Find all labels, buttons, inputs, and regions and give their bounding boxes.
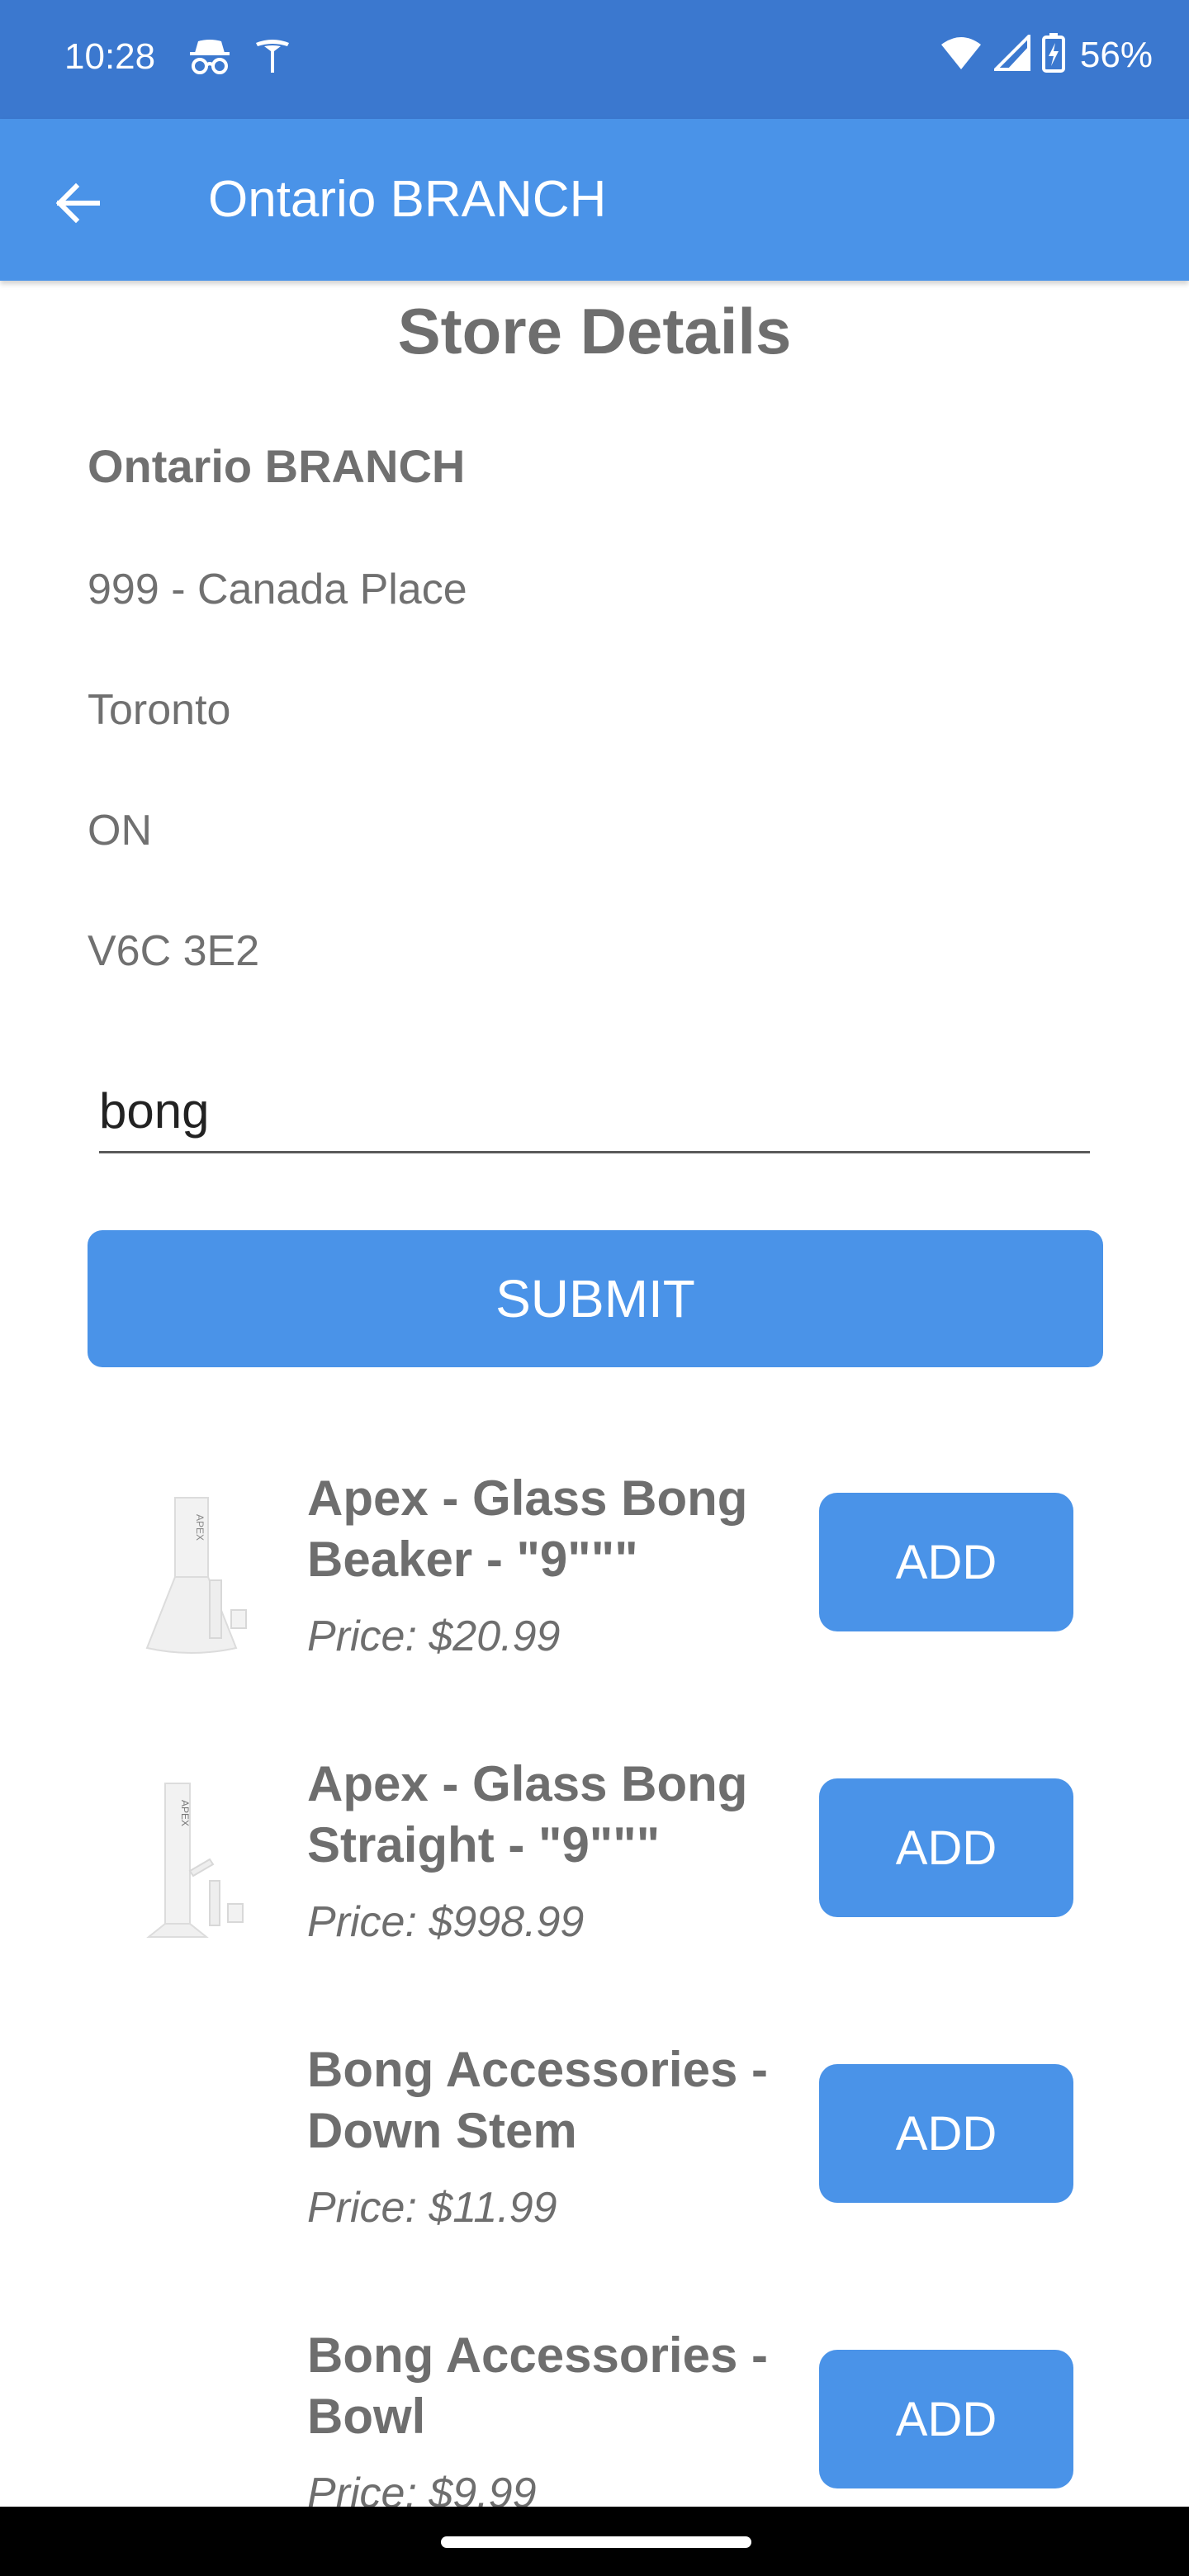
svg-text:APEX: APEX xyxy=(179,1800,191,1826)
product-list: APEX Apex - Glass Bong Beaker - "9""" Pr… xyxy=(0,1453,1189,2507)
search-input[interactable] xyxy=(99,1070,1090,1153)
store-address: 999 - Canada Place xyxy=(88,566,467,613)
status-right-icons: 56% xyxy=(940,32,1153,77)
add-button[interactable]: ADD xyxy=(819,1493,1073,1631)
store-postal-code: V6C 3E2 xyxy=(88,927,260,975)
store-city: Toronto xyxy=(88,686,231,734)
product-price: Price: $9.99 xyxy=(307,2469,537,2507)
wifi-icon xyxy=(940,35,983,75)
status-left-icons xyxy=(187,36,292,80)
product-price: Price: $11.99 xyxy=(307,2184,557,2232)
product-price: Price: $20.99 xyxy=(307,1612,561,1660)
status-bar: 10:28 56% xyxy=(0,0,1189,119)
list-item: APEX Apex - Glass Bong Straight - "9""" … xyxy=(0,1739,1189,2024)
list-item: Bong Accessories - Down Stem Price: $11.… xyxy=(0,2024,1189,2310)
add-button[interactable]: ADD xyxy=(819,1778,1073,1917)
incognito-icon xyxy=(187,36,233,80)
page-heading: Store Details xyxy=(397,295,792,367)
list-item: APEX Apex - Glass Bong Beaker - "9""" Pr… xyxy=(0,1453,1189,1739)
product-image: APEX xyxy=(124,1772,272,1953)
tesla-icon xyxy=(253,36,292,80)
product-name: Apex - Glass Bong Straight - "9""" xyxy=(307,1756,748,1873)
signal-icon xyxy=(992,32,1030,75)
list-item: Bong Accessories - Bowl Price: $9.99 ADD xyxy=(0,2310,1189,2507)
product-name: Bong Accessories - Bowl xyxy=(307,2327,768,2444)
add-button[interactable]: ADD xyxy=(819,2350,1073,2488)
battery-charging-icon xyxy=(1041,33,1065,77)
battery-percent: 56% xyxy=(1079,34,1153,75)
status-time: 10:28 xyxy=(64,36,156,77)
home-handle[interactable] xyxy=(441,2536,751,2548)
back-button[interactable] xyxy=(43,168,112,238)
navigation-bar xyxy=(0,2507,1189,2576)
store-province: ON xyxy=(88,807,152,855)
product-price: Price: $998.99 xyxy=(307,1898,585,1946)
arrow-left-icon xyxy=(55,182,100,224)
product-name: Bong Accessories - Down Stem xyxy=(307,2042,768,2158)
app-bar: Ontario BRANCH xyxy=(0,119,1189,281)
store-name: Ontario BRANCH xyxy=(88,440,466,492)
product-name: Apex - Glass Bong Beaker - "9""" xyxy=(307,1470,748,1587)
app-title: Ontario BRANCH xyxy=(208,171,607,228)
product-image: APEX xyxy=(124,1486,272,1668)
svg-text:APEX: APEX xyxy=(194,1514,206,1541)
submit-button[interactable]: SUBMIT xyxy=(88,1230,1103,1367)
add-button[interactable]: ADD xyxy=(819,2064,1073,2203)
